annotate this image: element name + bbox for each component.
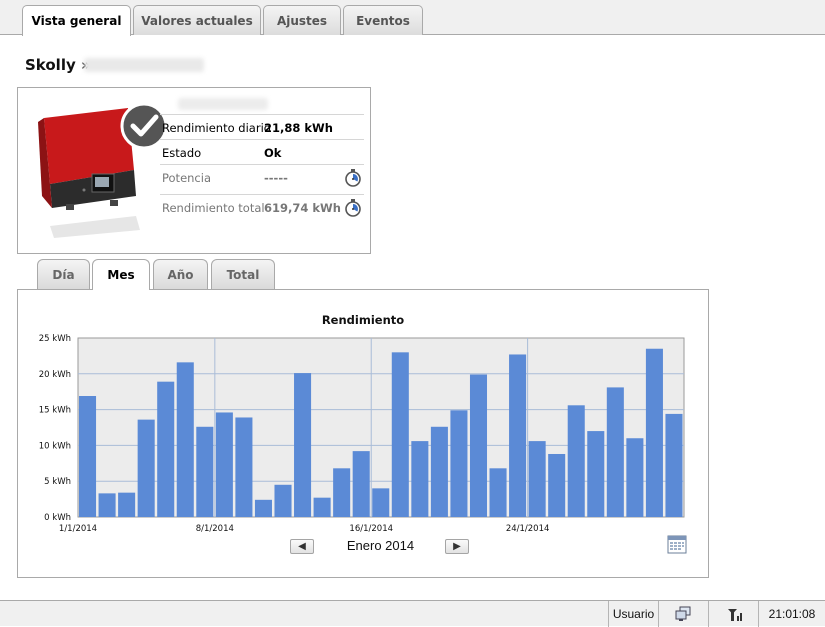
stopwatch-icon[interactable] [344, 199, 362, 217]
bar-day-18[interactable] [411, 441, 429, 517]
y-tick-label: 5 kWh [44, 477, 71, 487]
top-tab-bar: Vista general Valores actuales Ajustes E… [0, 0, 825, 36]
tab-mes[interactable]: Mes [92, 259, 150, 290]
row-estado: Estado Ok [160, 139, 364, 165]
bar-day-4[interactable] [137, 419, 155, 517]
bar-day-3[interactable] [118, 492, 136, 517]
bar-day-20[interactable] [450, 410, 468, 517]
blurred-device-name [178, 98, 268, 110]
clock: 21:01:08 [758, 601, 825, 627]
bar-day-7[interactable] [196, 426, 214, 517]
bar-day-2[interactable] [98, 493, 116, 517]
prev-month-button[interactable]: ◀ [290, 539, 314, 554]
x-tick-label: 1/1/2014 [59, 524, 97, 534]
tab-ajustes[interactable]: Ajustes [263, 5, 341, 35]
status-bar: Usuario 21:01:08 [0, 600, 825, 627]
page-title: Skolly » [25, 56, 91, 74]
rendimiento-total-value: 619,74 kWh [264, 201, 341, 215]
rendimiento-chart: Rendimiento 0 kWh 5 kWh 10 kWh 15 kWh 20 kWh… [39, 313, 685, 534]
bar-day-25[interactable] [548, 453, 566, 517]
bar-day-6[interactable] [176, 362, 194, 517]
bar-day-29[interactable] [626, 438, 644, 517]
rendimiento-diario-value: 21,88 kWh [264, 121, 333, 135]
bar-day-14[interactable] [333, 468, 351, 517]
month-label: Enero 2014 [346, 538, 415, 553]
stopwatch-icon[interactable] [344, 169, 362, 187]
next-month-button[interactable]: ▶ [445, 539, 469, 554]
potencia-label: Potencia [162, 171, 211, 185]
bar-day-27[interactable] [587, 431, 605, 517]
bar-day-28[interactable] [606, 387, 624, 517]
row-rendimiento-total: Rendimiento total 619,74 kWh [160, 194, 364, 220]
rendimiento-diario-label: Rendimiento diario [162, 121, 271, 135]
bar-day-12[interactable] [294, 373, 312, 517]
estado-label: Estado [162, 146, 202, 160]
x-tick-label: 8/1/2014 [196, 524, 234, 534]
y-tick-label: 25 kWh [39, 334, 71, 344]
bar-day-8[interactable] [215, 412, 233, 517]
y-tick-label: 10 kWh [39, 441, 71, 451]
bar-day-17[interactable] [391, 352, 409, 517]
y-tick-label: 0 kWh [44, 513, 71, 523]
bar-day-16[interactable] [372, 488, 390, 517]
rendimiento-total-label: Rendimiento total [162, 201, 265, 215]
tab-total[interactable]: Total [211, 259, 275, 289]
blurred-serial [84, 58, 204, 72]
bar-day-19[interactable] [430, 426, 448, 517]
bar-day-31[interactable] [665, 413, 683, 517]
bar-day-22[interactable] [489, 468, 507, 517]
tab-valores-actuales[interactable]: Valores actuales [133, 5, 261, 35]
bar-day-24[interactable] [528, 441, 546, 517]
bar-day-11[interactable] [274, 484, 292, 517]
tab-dia[interactable]: Día [37, 259, 90, 289]
bar-day-23[interactable] [509, 354, 527, 517]
bar-day-30[interactable] [645, 348, 663, 517]
inverter-image [38, 102, 168, 238]
bar-day-9[interactable] [235, 417, 253, 517]
row-rendimiento-diario: Rendimiento diario 21,88 kWh [160, 114, 364, 140]
x-tick-label: 24/1/2014 [506, 524, 550, 534]
user-label[interactable]: Usuario [608, 601, 658, 627]
bar-day-5[interactable] [157, 381, 175, 517]
y-tick-label: 20 kWh [39, 370, 71, 380]
chart-panel: Rendimiento 0 kWh 5 kWh 10 kWh 15 kWh 20 kWh… [17, 289, 709, 578]
bar-day-1[interactable] [79, 395, 97, 517]
y-tick-label: 15 kWh [39, 406, 71, 416]
tab-eventos[interactable]: Eventos [343, 5, 423, 35]
chart-title: Rendimiento [322, 313, 404, 327]
tab-ano[interactable]: Año [153, 259, 208, 289]
network-icon[interactable] [658, 601, 708, 627]
device-summary-panel: Rendimiento diario 21,88 kWh Estado Ok P… [17, 87, 371, 254]
bar-day-21[interactable] [469, 374, 488, 517]
x-tick-label: 16/1/2014 [349, 524, 393, 534]
tab-vista-general[interactable]: Vista general [22, 5, 131, 36]
signal-icon[interactable] [708, 601, 758, 627]
potencia-value: ----- [264, 171, 288, 185]
bar-day-10[interactable] [254, 499, 272, 517]
calendar-icon[interactable] [667, 534, 687, 554]
estado-value: Ok [264, 146, 282, 160]
row-potencia: Potencia ----- [160, 164, 364, 190]
bar-day-26[interactable] [567, 405, 585, 517]
bar-day-13[interactable] [313, 497, 331, 517]
bar-day-15[interactable] [352, 451, 370, 517]
